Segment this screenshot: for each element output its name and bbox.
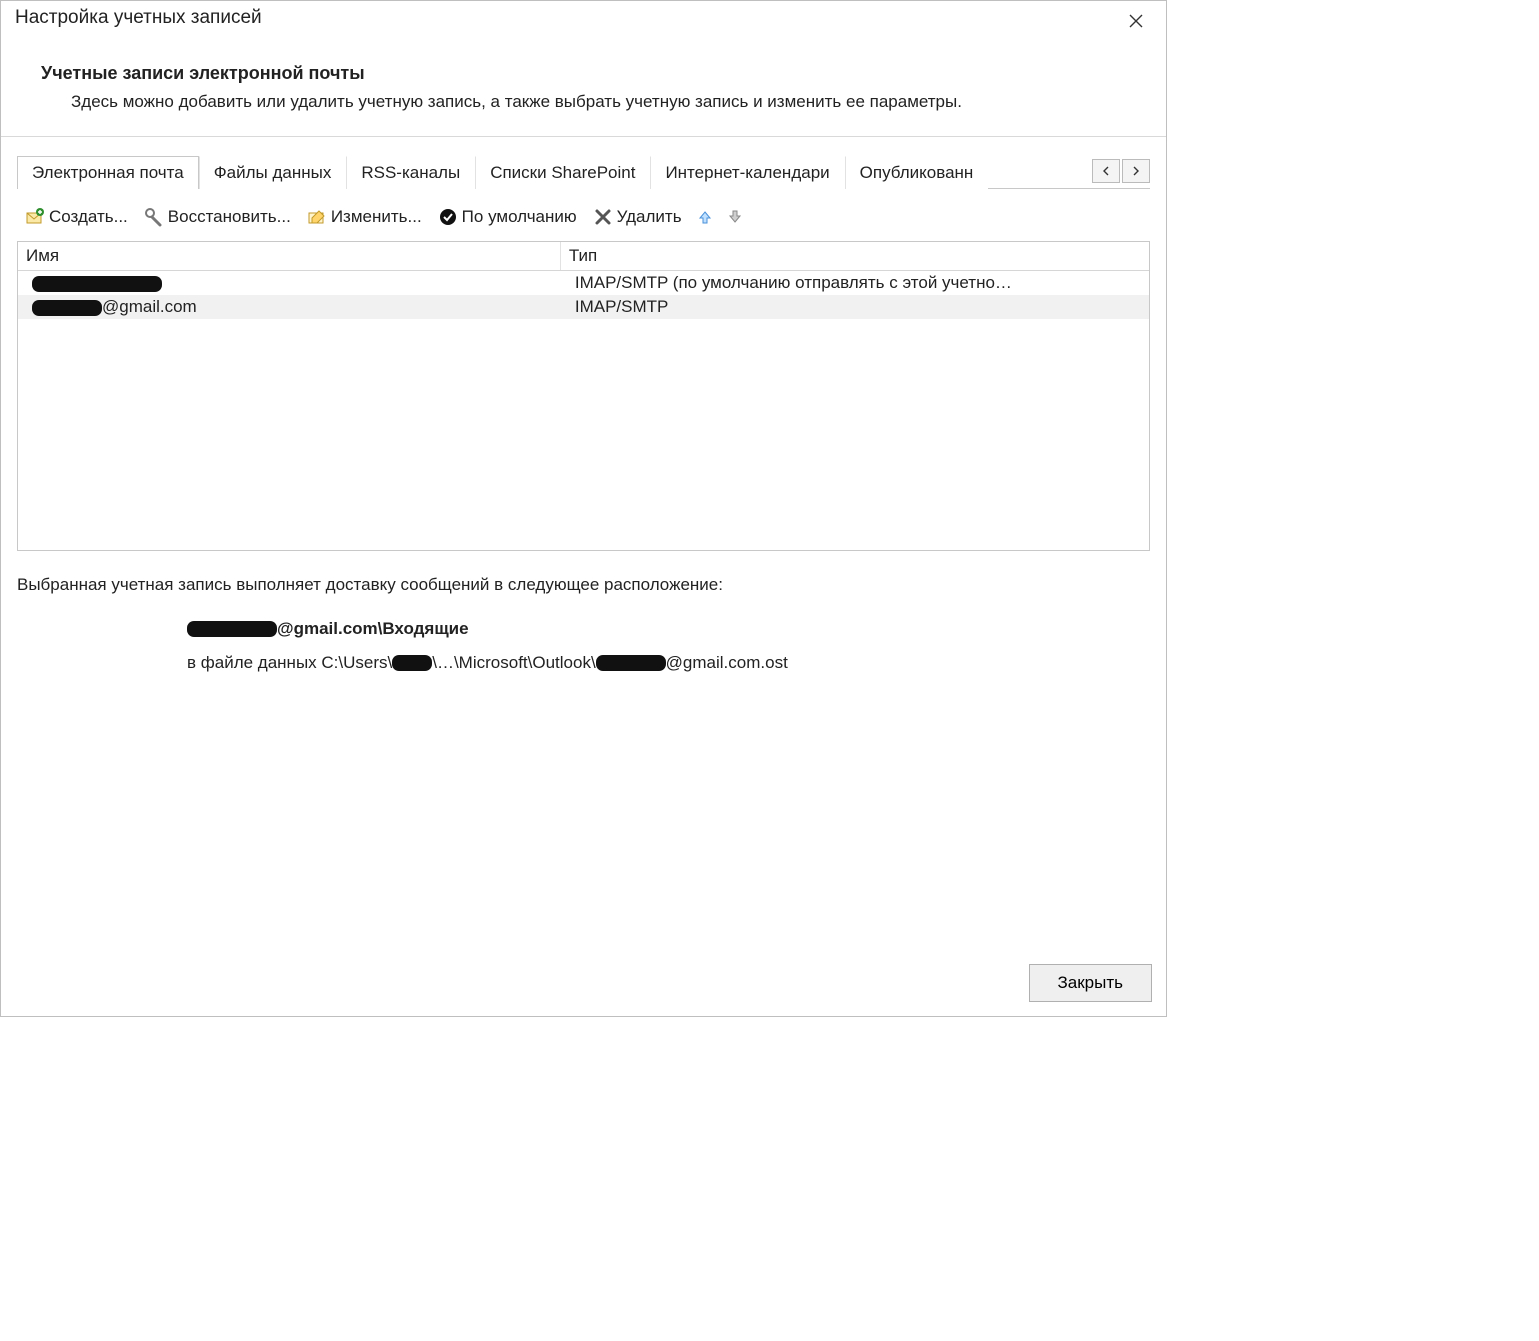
- accounts-toolbar: Создать... Восстановить... Изменить... П…: [17, 189, 1150, 241]
- new-mail-icon: [25, 207, 45, 227]
- change-account-button[interactable]: Изменить...: [303, 205, 426, 229]
- repair-account-button[interactable]: Восстановить...: [140, 205, 295, 229]
- tab-scroll-left-icon[interactable]: [1092, 159, 1120, 183]
- tabstrip: Электронная почта Файлы данных RSS-канал…: [17, 155, 1150, 189]
- close-icon[interactable]: [1116, 7, 1156, 35]
- delivery-path: в файле данных C:\Users\\…\Microsoft\Out…: [187, 653, 1150, 673]
- delivery-intro: Выбранная учетная запись выполняет доста…: [17, 575, 1150, 595]
- column-type[interactable]: Тип: [561, 242, 1149, 270]
- header-block: Учетные записи электронной почты Здесь м…: [1, 35, 1166, 137]
- wrench-gear-icon: [144, 207, 164, 227]
- window-title: Настройка учетных записей: [15, 7, 262, 29]
- delete-x-icon: [593, 207, 613, 227]
- close-button[interactable]: Закрыть: [1029, 964, 1152, 1002]
- delivery-info: Выбранная учетная запись выполняет доста…: [17, 575, 1150, 673]
- cell-type: IMAP/SMTP: [561, 295, 1149, 319]
- accounts-table: Имя Тип IMAP/SMTP (по умолчанию отправля…: [17, 241, 1150, 551]
- redacted-text: [32, 300, 102, 316]
- header-description: Здесь можно добавить или удалить учетную…: [71, 92, 1152, 112]
- remove-account-button[interactable]: Удалить: [589, 205, 686, 229]
- table-header: Имя Тип: [18, 242, 1149, 271]
- content-area: Электронная почта Файлы данных RSS-канал…: [1, 137, 1166, 956]
- checkmark-circle-icon: [438, 207, 458, 227]
- table-row[interactable]: @gmail.com IMAP/SMTP: [18, 295, 1149, 319]
- set-default-button[interactable]: По умолчанию: [434, 205, 581, 229]
- redacted-text: [392, 655, 432, 671]
- cell-name: [18, 271, 561, 295]
- table-row[interactable]: IMAP/SMTP (по умолчанию отправлять с это…: [18, 271, 1149, 295]
- edit-folder-icon: [307, 207, 327, 227]
- remove-account-label: Удалить: [617, 207, 682, 227]
- table-body: IMAP/SMTP (по умолчанию отправлять с это…: [18, 271, 1149, 550]
- tab-scroll: [1092, 155, 1150, 188]
- redacted-text: [187, 621, 277, 637]
- tab-rss[interactable]: RSS-каналы: [346, 156, 475, 189]
- tab-published[interactable]: Опубликованн: [845, 156, 989, 189]
- column-name[interactable]: Имя: [18, 242, 561, 270]
- tab-internet-calendars[interactable]: Интернет-календари: [650, 156, 844, 189]
- move-up-button[interactable]: [694, 206, 716, 228]
- new-account-label: Создать...: [49, 207, 128, 227]
- tab-scroll-right-icon[interactable]: [1122, 159, 1150, 183]
- delivery-location: @gmail.com\Входящие: [187, 619, 1150, 639]
- repair-account-label: Восстановить...: [168, 207, 291, 227]
- titlebar: Настройка учетных записей: [1, 1, 1166, 35]
- tab-data-files[interactable]: Файлы данных: [199, 156, 347, 189]
- new-account-button[interactable]: Создать...: [21, 205, 132, 229]
- account-settings-dialog: Настройка учетных записей Учетные записи…: [0, 0, 1167, 1017]
- tab-sharepoint[interactable]: Списки SharePoint: [475, 156, 650, 189]
- tab-email[interactable]: Электронная почта: [17, 156, 199, 189]
- cell-name: @gmail.com: [18, 295, 561, 319]
- set-default-label: По умолчанию: [462, 207, 577, 227]
- move-down-button[interactable]: [724, 206, 746, 228]
- cell-type: IMAP/SMTP (по умолчанию отправлять с это…: [561, 271, 1149, 295]
- header-title: Учетные записи электронной почты: [41, 63, 1152, 84]
- redacted-text: [596, 655, 666, 671]
- change-account-label: Изменить...: [331, 207, 422, 227]
- redacted-text: [32, 276, 162, 292]
- dialog-footer: Закрыть: [1, 956, 1166, 1016]
